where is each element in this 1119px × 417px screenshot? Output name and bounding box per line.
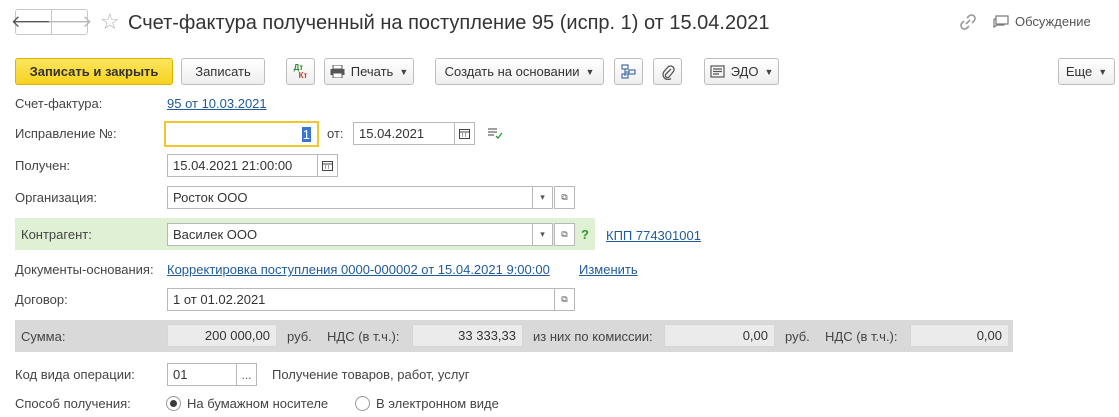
- operation-code-label: Код вида операции:: [15, 367, 135, 382]
- currency-label: руб.: [785, 329, 810, 344]
- sum-value: 200 000,00: [204, 328, 270, 343]
- radio-electronic-label[interactable]: В электронном виде: [376, 396, 499, 411]
- counterparty-input[interactable]: Василек ООО: [167, 223, 533, 246]
- save-and-close-button[interactable]: Записать и закрыть: [15, 58, 173, 85]
- correction-number-input[interactable]: 1: [164, 121, 319, 147]
- counterparty-label: Контрагент:: [21, 227, 92, 242]
- edo-label: ЭДО: [730, 64, 759, 79]
- operation-code-select-button[interactable]: ...: [236, 363, 257, 386]
- more-button[interactable]: Еще ▼: [1058, 58, 1115, 85]
- vat-label: НДС (в т.ч.):: [327, 329, 400, 344]
- correction-date-value: 15.04.2021: [359, 126, 425, 141]
- commission-vat-label: НДС (в т.ч.):: [825, 329, 898, 344]
- radio-paper-label[interactable]: На бумажном носителе: [187, 396, 328, 411]
- base-documents-label: Документы-основания:: [15, 262, 154, 277]
- currency-label: руб.: [287, 329, 312, 344]
- counterparty-value: Василек ООО: [173, 227, 258, 242]
- ellipsis-icon: ...: [241, 367, 252, 382]
- save-and-close-label: Записать и закрыть: [29, 64, 159, 79]
- vat-value: 33 333,33: [458, 328, 516, 343]
- open-form-icon: ⧉: [561, 192, 568, 202]
- invoice-label: Счет-фактура:: [15, 96, 103, 111]
- kt-label: Кт: [298, 70, 308, 80]
- commission-field: 0,00: [664, 324, 775, 347]
- chevron-down-icon: ▾: [540, 192, 545, 202]
- commission-vat-value: 0,00: [976, 328, 1002, 343]
- contract-input[interactable]: 1 от 01.02.2021: [167, 288, 555, 311]
- list-check-icon[interactable]: [487, 127, 503, 142]
- dt-kt-icon: Дт Кт: [294, 63, 308, 80]
- organization-value: Росток ООО: [173, 190, 248, 205]
- chevron-down-icon: ▼: [399, 66, 409, 77]
- counterparty-dropdown-button[interactable]: ▾: [532, 223, 553, 246]
- discussion-button[interactable]: Обсуждение: [993, 14, 1091, 29]
- edo-button[interactable]: ЭДО ▼: [704, 58, 779, 85]
- link-icon[interactable]: [958, 12, 978, 32]
- radio-paper[interactable]: [166, 396, 181, 411]
- chevron-down-icon: ▾: [540, 229, 545, 239]
- arrow-right-icon: 🡒: [46, 12, 93, 31]
- discussion-label: Обсуждение: [1015, 14, 1091, 29]
- create-based-on-button[interactable]: Создать на основании ▼: [435, 58, 604, 85]
- chat-icon: [993, 14, 1009, 28]
- contract-open-button[interactable]: ⧉: [554, 288, 575, 311]
- open-form-icon: ⧉: [561, 294, 568, 304]
- print-button[interactable]: Печать ▼: [324, 58, 414, 85]
- calendar-icon: [322, 161, 333, 171]
- correction-date-input[interactable]: 15.04.2021: [353, 122, 455, 145]
- invoice-link[interactable]: 95 от 10.03.2021: [167, 96, 267, 111]
- vat-field: 33 333,33: [412, 324, 523, 347]
- dt-kt-button[interactable]: Дт Кт: [286, 58, 315, 85]
- counterparty-open-button[interactable]: ⧉: [554, 223, 575, 246]
- attach-button[interactable]: [653, 58, 682, 85]
- sum-label: Сумма:: [21, 329, 66, 344]
- chevron-down-icon: ▼: [585, 66, 595, 77]
- favorite-star-icon[interactable]: ☆: [100, 9, 120, 35]
- document-structure-icon: [621, 64, 636, 79]
- calendar-button[interactable]: [317, 154, 338, 177]
- print-label: Печать: [350, 64, 394, 79]
- calendar-button[interactable]: [454, 122, 475, 145]
- operation-code-input[interactable]: 01: [167, 363, 237, 386]
- save-button[interactable]: Записать: [181, 58, 265, 85]
- kpp-link[interactable]: КПП 774301001: [606, 228, 701, 243]
- structure-button[interactable]: [614, 58, 643, 85]
- create-based-on-label: Создать на основании: [444, 64, 580, 79]
- chevron-down-icon: ▼: [764, 66, 774, 77]
- save-label: Записать: [195, 64, 251, 79]
- received-date-input[interactable]: 15.04.2021 21:00:00: [167, 154, 318, 177]
- receive-method-label: Способ получения:: [15, 396, 131, 411]
- organization-label: Организация:: [15, 190, 98, 205]
- organization-dropdown-button[interactable]: ▾: [532, 186, 553, 209]
- operation-code-value: 01: [173, 367, 188, 382]
- more-label: Еще: [1065, 64, 1093, 79]
- received-label: Получен:: [15, 158, 71, 173]
- paperclip-icon: [661, 64, 675, 80]
- contract-label: Договор:: [15, 292, 68, 307]
- edo-icon: [710, 65, 725, 78]
- correction-number-value: 1: [301, 126, 311, 142]
- calendar-icon: [459, 129, 470, 139]
- page-title: Счет-фактура полученный на поступление 9…: [128, 12, 770, 34]
- help-icon[interactable]: ?: [581, 227, 589, 242]
- commission-vat-field: 0,00: [910, 324, 1009, 347]
- organization-input[interactable]: Росток ООО: [167, 186, 533, 209]
- organization-open-button[interactable]: ⧉: [554, 186, 575, 209]
- commission-label: из них по комиссии:: [533, 329, 653, 344]
- open-form-icon: ⧉: [561, 229, 568, 239]
- correction-date-label: от:: [327, 126, 344, 141]
- received-date-value: 15.04.2021 21:00:00: [173, 158, 293, 173]
- printer-icon: [330, 65, 345, 78]
- base-document-link[interactable]: Корректировка поступления 0000-000002 от…: [167, 262, 550, 277]
- commission-value: 0,00: [742, 328, 768, 343]
- correction-number-label: Исправление №:: [15, 126, 117, 141]
- chevron-down-icon: ▼: [1098, 66, 1108, 77]
- change-base-documents-link[interactable]: Изменить: [579, 262, 638, 277]
- contract-value: 1 от 01.02.2021: [173, 292, 266, 307]
- radio-electronic[interactable]: [355, 396, 370, 411]
- operation-code-description: Получение товаров, работ, услуг: [272, 367, 470, 382]
- sum-field: 200 000,00: [167, 324, 277, 347]
- forward-button[interactable]: 🡒: [47, 9, 92, 35]
